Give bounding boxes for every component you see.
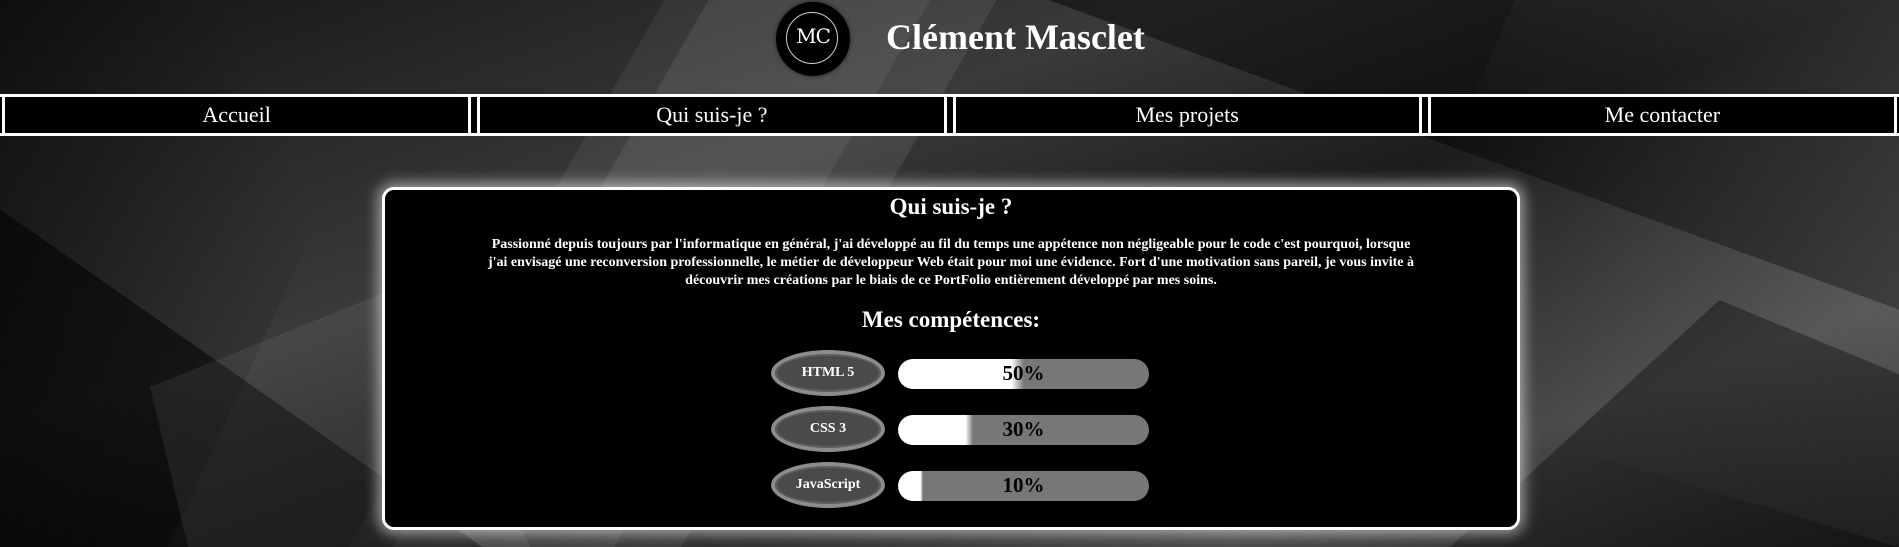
skill-percent: 50% xyxy=(1002,361,1045,385)
main-nav: Accueil Qui suis-je ? Mes projets Me con… xyxy=(0,94,1899,136)
skill-percent: 10% xyxy=(1002,473,1045,497)
skill-badge[interactable]: CSS 3 xyxy=(771,406,885,452)
logo-monogram: MC xyxy=(796,24,831,48)
skill-progress-bar: 50% xyxy=(898,359,1149,389)
skill-badge[interactable]: HTML 5 xyxy=(771,350,885,396)
site-header: MC Clément Masclet xyxy=(0,0,1899,90)
skill-row-css: CSS 3 30% xyxy=(771,406,1151,452)
about-text: Passionné depuis toujours par l'informat… xyxy=(487,237,1415,288)
skill-row-html: HTML 5 50% xyxy=(771,350,1151,396)
nav-item-mes-projets[interactable]: Mes projets xyxy=(952,97,1422,133)
about-title: Qui suis-je ? xyxy=(889,194,1013,219)
skill-progress-bar: 10% xyxy=(898,471,1149,501)
about-card: Qui suis-je ? Passionné depuis toujours … xyxy=(382,187,1520,530)
nav-item-me-contacter[interactable]: Me contacter xyxy=(1427,97,1897,133)
nav-item-accueil[interactable]: Accueil xyxy=(2,97,472,133)
skill-percent: 30% xyxy=(1002,417,1045,441)
skills-title: Mes compétences: xyxy=(861,307,1041,332)
skill-row-javascript: JavaScript 10% xyxy=(771,462,1151,508)
skill-progress-bar: 30% xyxy=(898,415,1149,445)
nav-item-qui-suis-je[interactable]: Qui suis-je ? xyxy=(477,97,947,133)
skill-badge[interactable]: JavaScript xyxy=(771,462,885,508)
site-title: Clément Masclet xyxy=(886,17,1145,57)
site-logo[interactable]: MC xyxy=(776,2,850,76)
